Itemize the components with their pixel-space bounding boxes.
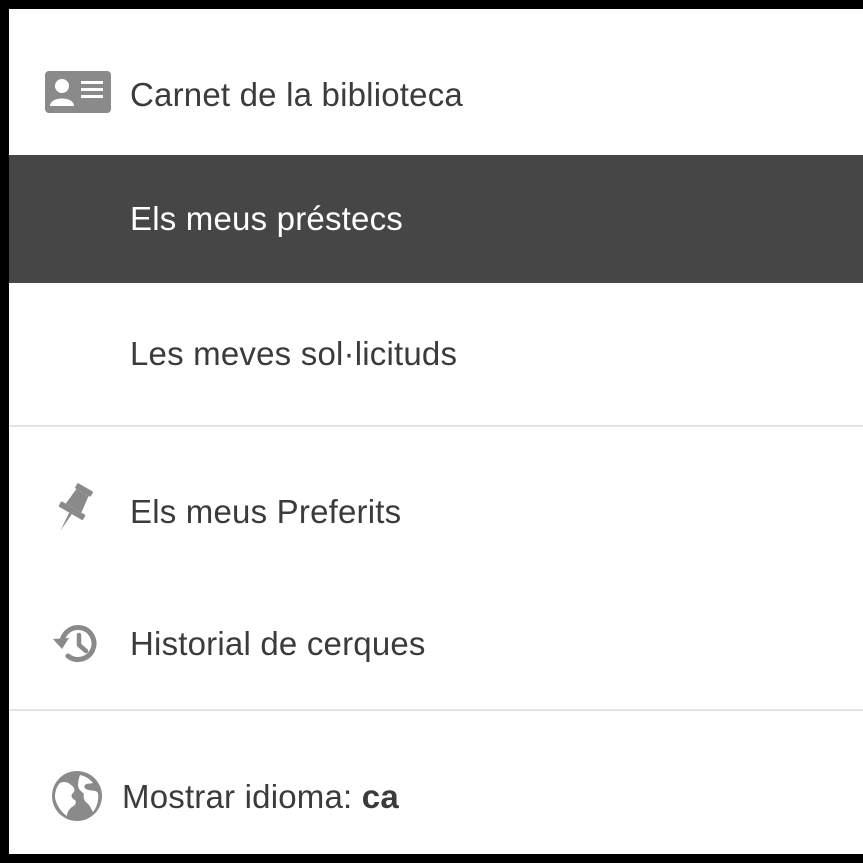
menu-divider bbox=[9, 709, 863, 711]
menu-divider bbox=[9, 425, 863, 427]
menu-item-my-loans[interactable]: Els meus préstecs bbox=[9, 155, 863, 283]
menu-item-library-card[interactable]: Carnet de la biblioteca bbox=[9, 27, 863, 155]
library-card-label: Carnet de la biblioteca bbox=[130, 76, 463, 113]
language-label: Mostrar idioma: ca bbox=[122, 778, 399, 816]
search-history-label: Historial de cerques bbox=[130, 625, 426, 662]
pushpin-icon bbox=[53, 482, 93, 536]
globe-icon bbox=[50, 769, 104, 823]
id-card-icon bbox=[45, 71, 111, 113]
language-prefix: Mostrar idioma: bbox=[122, 778, 353, 815]
library-account-menu: Carnet de la biblioteca Els meus préstec… bbox=[0, 0, 863, 863]
menu-item-language[interactable]: Mostrar idioma: ca bbox=[9, 721, 863, 854]
history-icon bbox=[50, 621, 102, 667]
menu-item-my-requests[interactable]: Les meves sol·licituds bbox=[9, 283, 863, 425]
language-code: ca bbox=[361, 778, 399, 815]
my-loans-label: Els meus préstecs bbox=[130, 200, 403, 237]
my-requests-label: Les meves sol·licituds bbox=[130, 335, 458, 372]
favorites-label: Els meus Preferits bbox=[130, 493, 402, 530]
menu-item-favorites[interactable]: Els meus Preferits bbox=[9, 437, 863, 573]
menu-item-search-history[interactable]: Historial de cerques bbox=[9, 573, 863, 709]
